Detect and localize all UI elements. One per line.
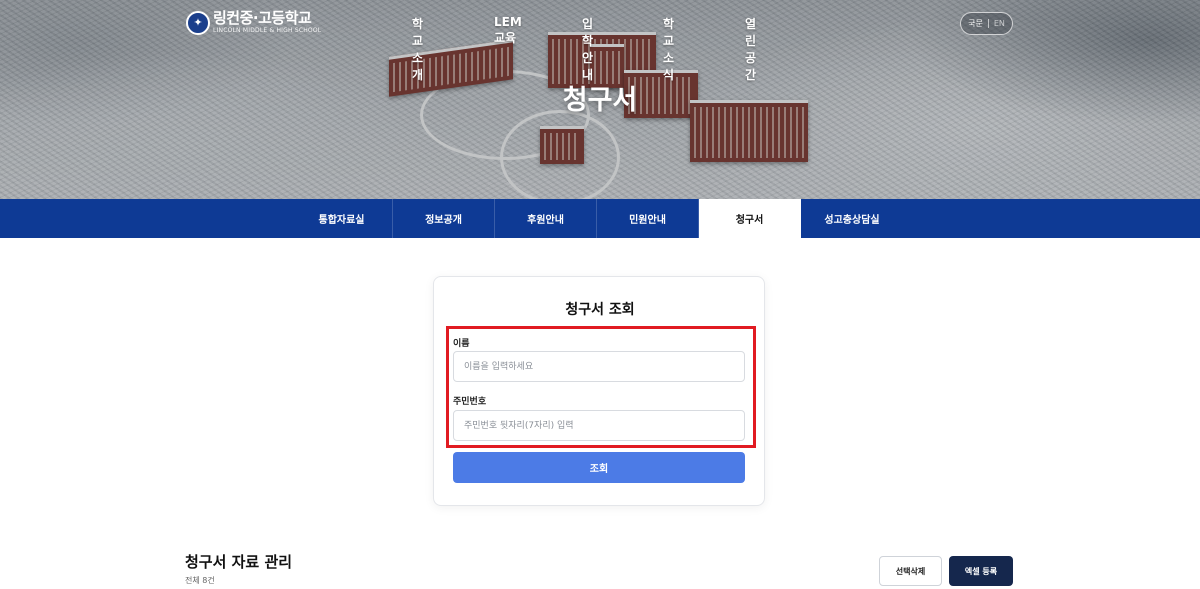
lang-divider <box>987 19 989 28</box>
tab-invoice[interactable]: 청구서 <box>699 199 801 238</box>
nav-item-lem[interactable]: LEM 교육 <box>494 15 522 46</box>
lang-ko[interactable]: 국문 <box>968 18 983 29</box>
nav-item-about[interactable]: 학교소개 <box>412 15 423 83</box>
total-count: 전체 8건 <box>185 576 215 585</box>
nav-item-community[interactable]: 열린공간 <box>745 15 756 83</box>
name-input[interactable] <box>453 351 745 382</box>
tab-disclosure[interactable]: 정보공개 <box>393 199 495 238</box>
tab-counseling[interactable]: 성고충상담실 <box>801 199 903 238</box>
delete-selected-button[interactable]: 선택삭제 <box>879 556 942 586</box>
logo-subtitle: LINCOLN MIDDLE & HIGH SCHOOL <box>213 27 322 34</box>
lookup-title: 청구서 조회 <box>565 302 635 318</box>
school-emblem-icon: ✦ <box>186 10 210 35</box>
tab-donation[interactable]: 후원안내 <box>495 199 597 238</box>
nav-item-admission[interactable]: 입학안내 <box>582 15 593 83</box>
tab-archive[interactable]: 통합자료실 <box>291 199 393 238</box>
resident-number-label: 주민번호 <box>453 397 487 407</box>
hero-banner: ✦ 링컨중·고등학교 LINCOLN MIDDLE & HIGH SCHOOL … <box>0 0 1200 199</box>
page-title: 청구서 <box>562 85 638 116</box>
language-switch: 국문 EN <box>960 12 1013 35</box>
logo-name: 링컨중·고등학교 <box>213 9 312 27</box>
excel-upload-button[interactable]: 엑셀 등록 <box>949 556 1013 586</box>
tab-civil[interactable]: 민원안내 <box>597 199 699 238</box>
invoice-lookup-card: 청구서 조회 이름 주민번호 조회 <box>433 276 765 506</box>
lookup-button[interactable]: 조회 <box>453 452 745 483</box>
nav-item-news[interactable]: 학교소식 <box>663 15 674 83</box>
lang-en[interactable]: EN <box>994 19 1005 28</box>
name-label: 이름 <box>453 339 470 349</box>
school-logo[interactable]: ✦ 링컨중·고등학교 LINCOLN MIDDLE & HIGH SCHOOL <box>186 10 321 35</box>
sub-nav: 통합자료실 정보공개 후원안내 민원안내 청구서 성고충상담실 <box>0 199 1200 238</box>
resident-number-input[interactable] <box>453 410 745 441</box>
manage-title: 청구서 자료 관리 <box>185 553 293 571</box>
